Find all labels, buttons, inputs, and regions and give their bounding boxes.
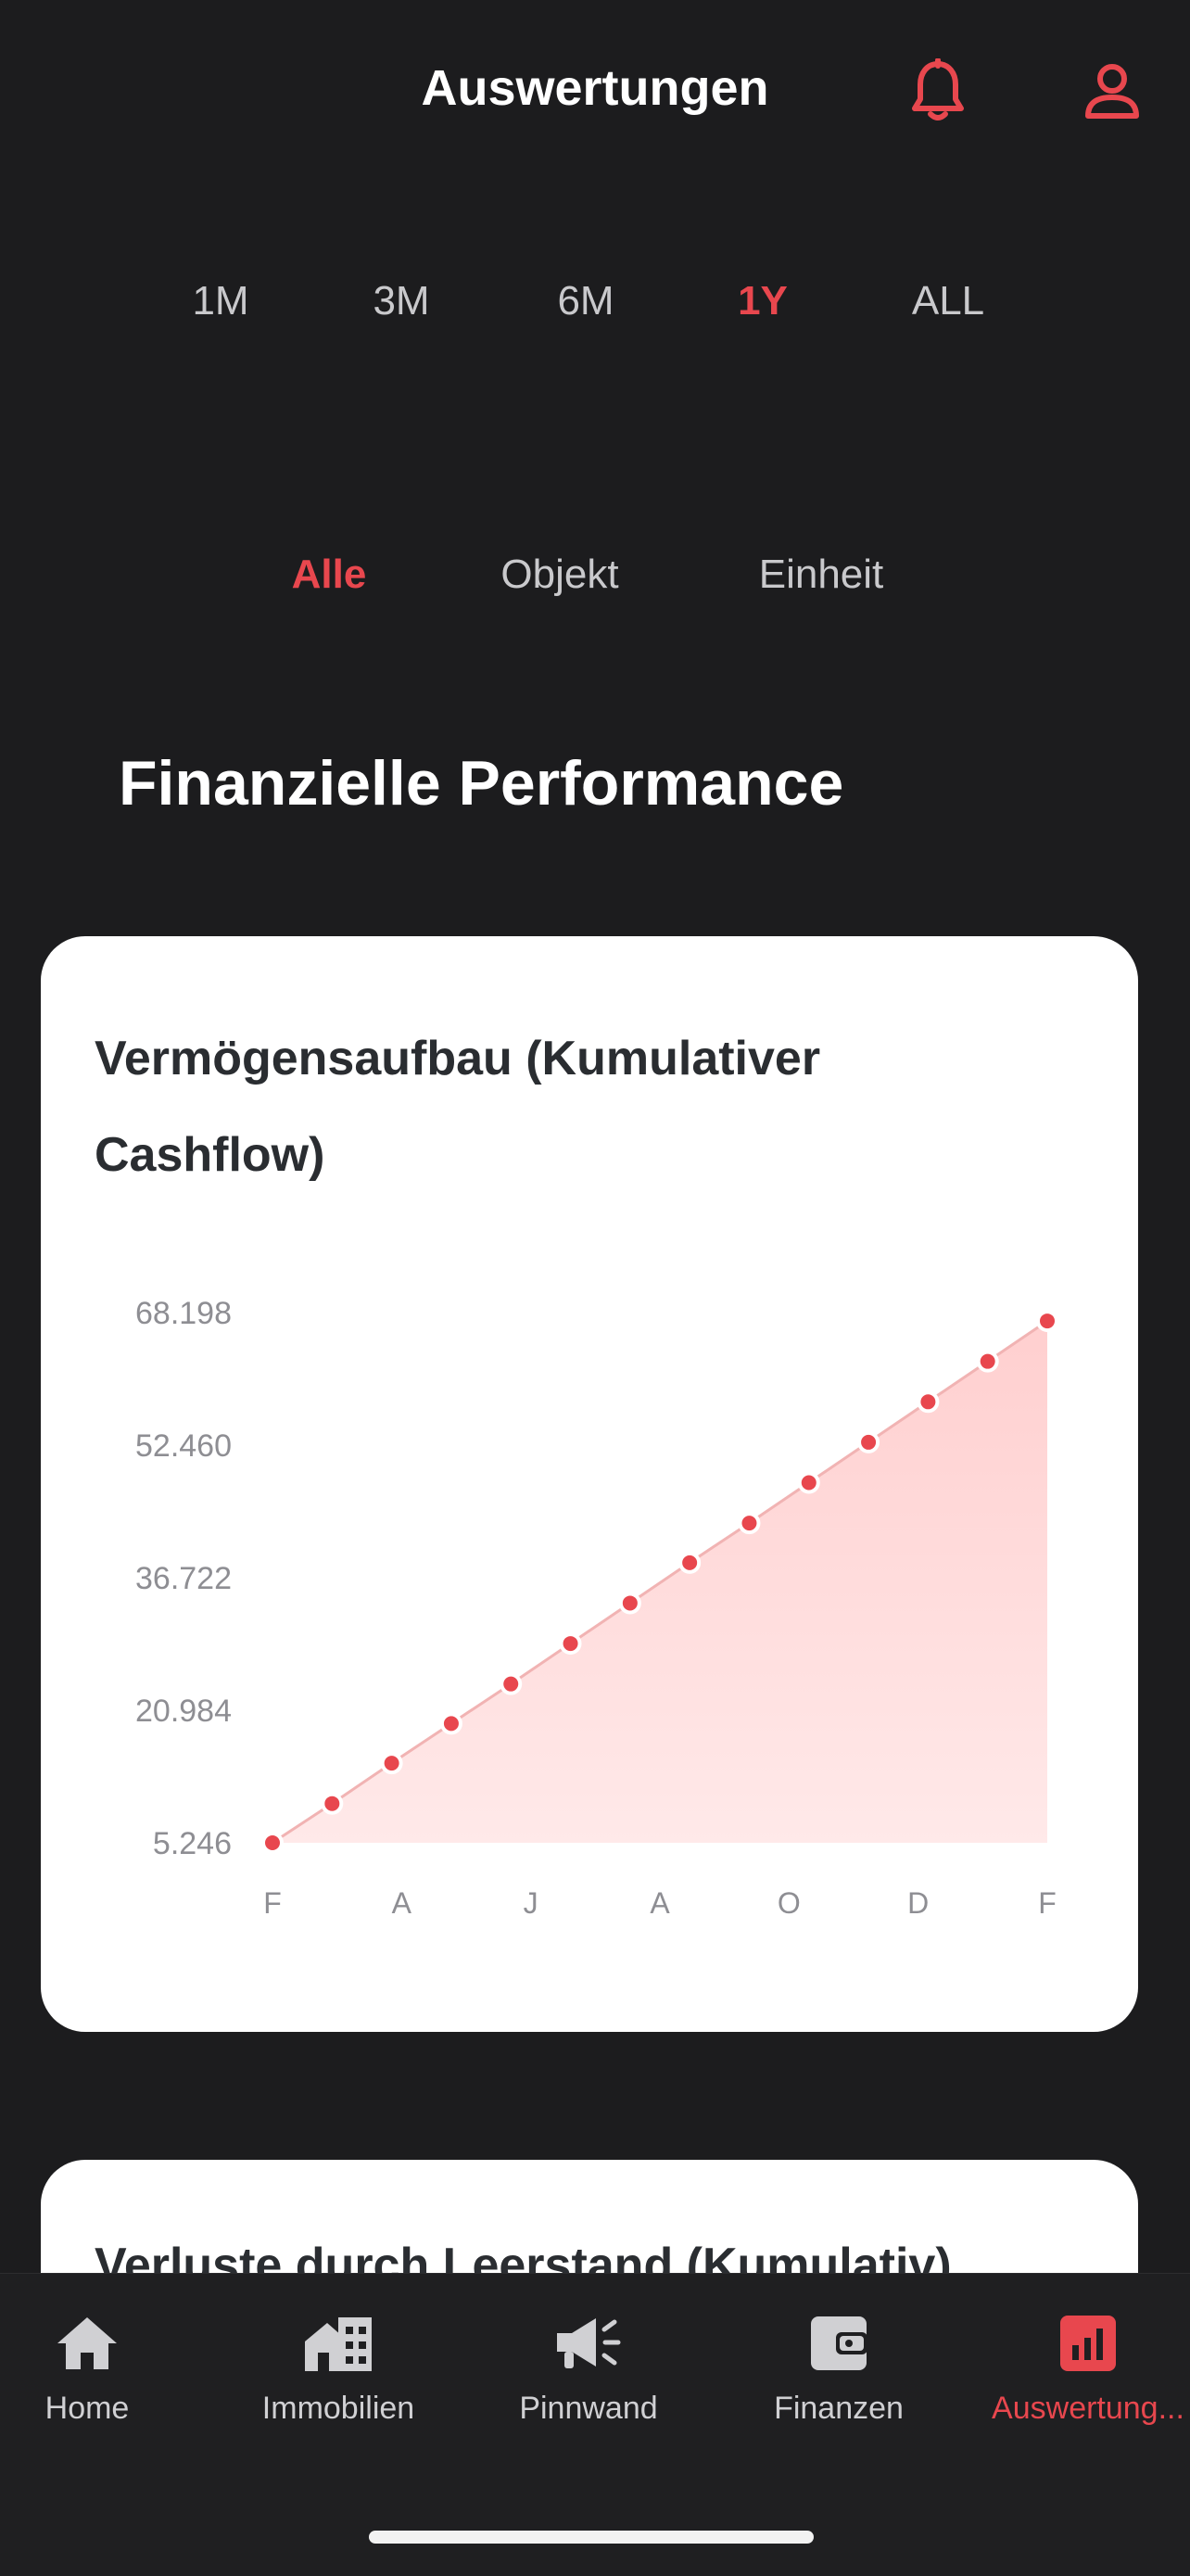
x-tick-label: A: [650, 1886, 670, 1920]
x-tick-label: F: [1038, 1886, 1057, 1920]
home-indicator: [369, 2531, 814, 2544]
data-point[interactable]: [380, 1752, 403, 1775]
tab-range-1y[interactable]: 1Y: [738, 269, 788, 334]
data-point[interactable]: [261, 1832, 284, 1854]
data-point[interactable]: [738, 1512, 761, 1535]
time-range-tabs: 1M 3M 6M 1Y ALL: [0, 269, 1190, 334]
x-tick-label: D: [907, 1886, 929, 1920]
tab-scope-objekt[interactable]: Objekt: [500, 542, 618, 607]
y-tick-label: 36.722: [135, 1561, 232, 1596]
wallet-icon: [811, 2316, 867, 2370]
data-point[interactable]: [976, 1350, 999, 1373]
tab-range-all[interactable]: ALL: [912, 269, 984, 334]
tab-range-3m[interactable]: 3M: [373, 269, 429, 334]
x-tick-label: A: [392, 1886, 412, 1920]
data-point[interactable]: [857, 1430, 880, 1453]
data-point[interactable]: [618, 1592, 641, 1615]
tab-label: Finanzen: [774, 2391, 904, 2426]
tab-label: Home: [44, 2391, 130, 2426]
tab-pinnwand[interactable]: Pinnwand: [487, 2311, 690, 2427]
tab-auswertungen[interactable]: Auswertung...: [986, 2311, 1190, 2427]
x-tick-label: O: [778, 1886, 801, 1920]
x-tick-label: J: [524, 1886, 538, 1920]
x-tick-label: F: [263, 1886, 282, 1920]
tab-label: Immobilien: [261, 2391, 415, 2426]
tab-home[interactable]: Home: [0, 2311, 189, 2427]
y-tick-label: 52.460: [135, 1428, 232, 1464]
page-title: Auswertungen: [421, 60, 769, 116]
bell-icon: [912, 58, 964, 121]
tab-scope-alle[interactable]: Alle: [292, 542, 367, 607]
y-tick-label: 20.984: [135, 1694, 232, 1729]
tab-label: Auswertung...: [992, 2391, 1184, 2426]
data-point[interactable]: [1036, 1310, 1058, 1333]
profile-button[interactable]: [1077, 56, 1147, 126]
tab-range-6m[interactable]: 6M: [557, 269, 614, 334]
tab-scope-einheit[interactable]: Einheit: [759, 542, 884, 607]
data-point[interactable]: [917, 1390, 940, 1414]
notifications-button[interactable]: [903, 56, 973, 126]
data-point[interactable]: [678, 1551, 702, 1574]
y-tick-label: 5.246: [153, 1826, 232, 1861]
tab-label: Pinnwand: [519, 2391, 658, 2426]
cashflow-chart: 68.198 52.460 36.722 20.984 5.246 F A J A O D F: [135, 1296, 1058, 1920]
scope-tabs: Alle Objekt Einheit: [0, 542, 1190, 607]
wealth-chart-card: Vermögensaufbau (Kumulativer Cashflow) 6…: [41, 936, 1138, 2032]
tab-range-1m[interactable]: 1M: [192, 269, 248, 334]
building-icon: [305, 2317, 372, 2371]
data-point[interactable]: [439, 1712, 462, 1735]
home-icon: [57, 2317, 117, 2369]
y-tick-label: 68.198: [135, 1296, 232, 1331]
megaphone-icon: [557, 2318, 621, 2368]
user-icon: [1085, 64, 1139, 119]
section-title: Finanzielle Performance: [119, 748, 844, 818]
data-point[interactable]: [797, 1471, 820, 1494]
data-point[interactable]: [500, 1672, 523, 1695]
data-point[interactable]: [559, 1632, 582, 1656]
tab-immobilien[interactable]: Immobilien: [236, 2311, 440, 2427]
tab-finanzen[interactable]: Finanzen: [737, 2311, 941, 2427]
data-point[interactable]: [321, 1792, 344, 1815]
chart-icon: [1060, 2316, 1116, 2371]
